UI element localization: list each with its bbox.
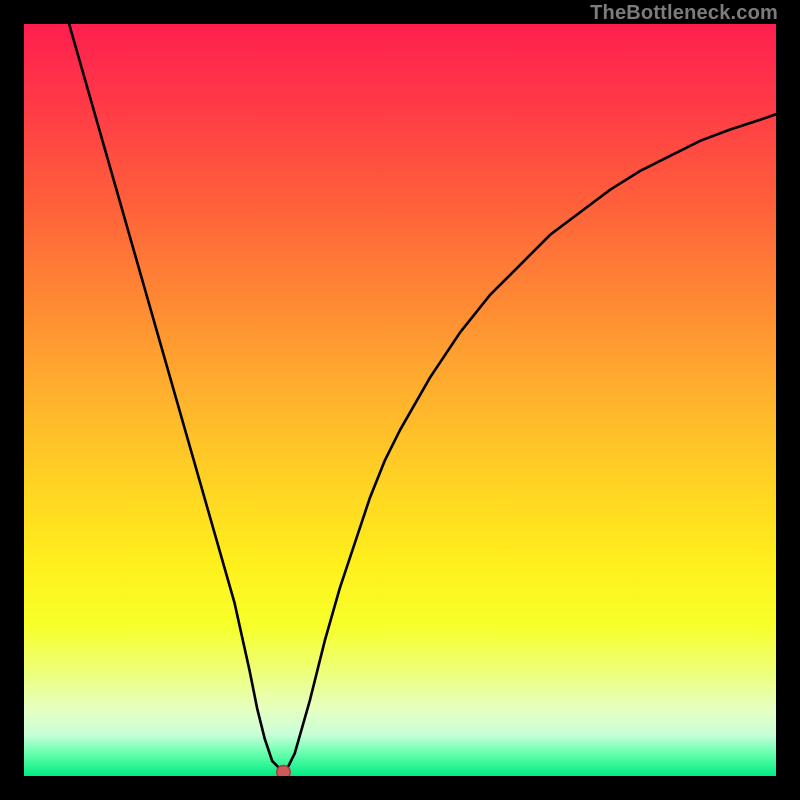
optimal-point-marker [277,765,291,776]
chart-background [24,24,776,776]
watermark-text: TheBottleneck.com [590,2,778,25]
chart-frame: TheBottleneck.com [0,0,800,800]
bottleneck-chart [24,24,776,776]
